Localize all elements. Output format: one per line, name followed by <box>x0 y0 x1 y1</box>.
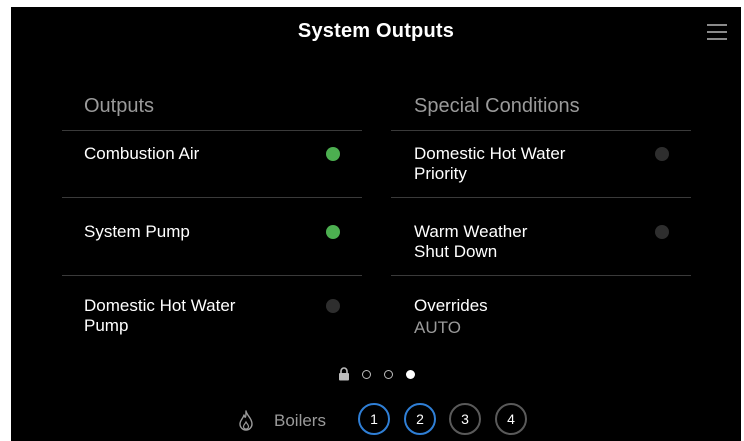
row-divider <box>391 275 691 276</box>
boiler-2-button[interactable]: 2 <box>404 403 436 435</box>
output-label-system-pump: System Pump <box>84 222 190 241</box>
outputs-divider <box>62 130 362 131</box>
overrides-label: Overrides <box>414 296 488 315</box>
special-conditions-header: Special Conditions <box>414 95 580 117</box>
status-indicator-combustion-air <box>326 147 340 161</box>
page-indicator <box>11 367 741 383</box>
page-dot-3[interactable] <box>384 370 393 379</box>
boilers-selector: Boilers 1 2 3 4 <box>11 402 741 441</box>
page-dot-2[interactable] <box>362 370 371 379</box>
row-divider <box>391 197 691 198</box>
condition-label-warm-weather-shutdown: Warm Weather Shut Down <box>414 222 528 261</box>
status-indicator-dhw-priority <box>655 147 669 161</box>
row-divider <box>62 197 362 198</box>
boilers-label: Boilers <box>274 411 326 430</box>
output-label-dhw-pump: Domestic Hot Water Pump <box>84 296 236 335</box>
lock-icon[interactable] <box>338 367 350 381</box>
outputs-header: Outputs <box>84 95 155 117</box>
row-divider <box>62 275 362 276</box>
hamburger-menu-icon[interactable] <box>707 24 727 40</box>
boiler-1-button[interactable]: 1 <box>358 403 390 435</box>
page-dot-4-active[interactable] <box>406 370 415 379</box>
overrides-value: AUTO <box>414 318 461 337</box>
condition-label-dhw-priority: Domestic Hot Water Priority <box>414 144 566 183</box>
page-title: System Outputs <box>297 20 455 42</box>
boiler-4-button[interactable]: 4 <box>495 403 527 435</box>
special-conditions-divider <box>391 130 691 131</box>
status-indicator-dhw-pump <box>326 299 340 313</box>
boiler-3-button[interactable]: 3 <box>449 403 481 435</box>
flame-icon <box>237 410 255 432</box>
system-outputs-screen: System Outputs Outputs Combustion Air Sy… <box>11 7 741 441</box>
output-label-combustion-air: Combustion Air <box>84 144 200 163</box>
status-indicator-system-pump <box>326 225 340 239</box>
status-indicator-warm-weather-shutdown <box>655 225 669 239</box>
